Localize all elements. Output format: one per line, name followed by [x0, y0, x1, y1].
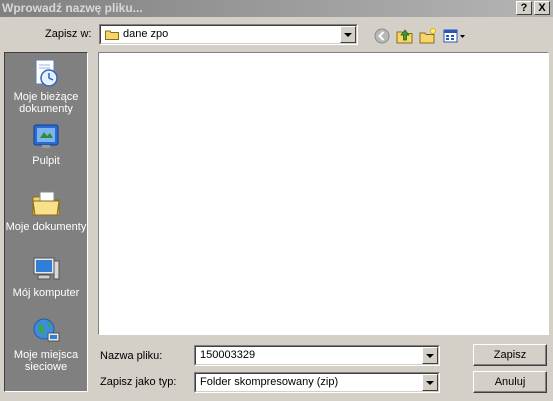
filetype-dropdown-button[interactable]	[422, 374, 438, 391]
filetype-value: Folder skompresowany (zip)	[200, 376, 339, 388]
my-computer-icon	[33, 257, 60, 280]
save-in-dropdown-button[interactable]	[340, 26, 356, 43]
save-in-value: dane zpo	[123, 28, 169, 40]
filename-value: 150003329	[200, 349, 256, 361]
filename-input[interactable]: 150003329	[194, 345, 440, 366]
help-button[interactable]: ?	[516, 1, 532, 15]
save-button[interactable]: Zapisz	[473, 344, 547, 366]
window-title: Wprowadź nazwę pliku...	[2, 1, 143, 15]
place-recent-documents[interactable]: Moje bieżące dokumenty	[5, 57, 87, 115]
file-list[interactable]	[98, 52, 549, 335]
filetype-dropdown[interactable]: Folder skompresowany (zip)	[194, 372, 440, 393]
place-label: Moje dokumenty	[5, 221, 87, 233]
place-my-computer[interactable]: Mój komputer	[5, 253, 87, 299]
filetype-label: Zapisz jako typ:	[100, 376, 177, 388]
desktop-icon	[33, 124, 59, 148]
place-network-places[interactable]: Moje miejsca sieciowe	[5, 315, 87, 373]
back-icon[interactable]	[373, 27, 391, 45]
network-places-icon	[33, 318, 60, 342]
filename-dropdown-button[interactable]	[422, 347, 438, 364]
new-folder-icon[interactable]	[419, 27, 437, 45]
title-bar: Wprowadź nazwę pliku... ? X	[0, 0, 553, 17]
place-label: Mój komputer	[12, 287, 80, 299]
place-my-documents[interactable]: Moje dokumenty	[5, 187, 87, 233]
place-label: Moje miejsca sieciowe	[13, 349, 79, 373]
recent-documents-icon	[35, 59, 58, 87]
views-menu-icon[interactable]	[443, 27, 467, 45]
place-label: Moje bieżące dokumenty	[13, 91, 79, 115]
folder-icon	[105, 30, 119, 40]
place-desktop[interactable]: Pulpit	[5, 121, 87, 167]
save-in-label: Zapisz w:	[45, 28, 92, 40]
filename-label: Nazwa pliku:	[100, 350, 163, 362]
my-documents-icon	[32, 191, 60, 216]
up-folder-icon[interactable]	[396, 27, 414, 45]
close-button[interactable]: X	[534, 1, 550, 15]
place-label: Pulpit	[32, 155, 60, 167]
cancel-button[interactable]: Anuluj	[473, 371, 547, 393]
save-in-dropdown[interactable]: dane zpo	[99, 24, 358, 45]
places-bar: Moje bieżące dokumenty Pulpit Moje dokum…	[4, 52, 88, 392]
